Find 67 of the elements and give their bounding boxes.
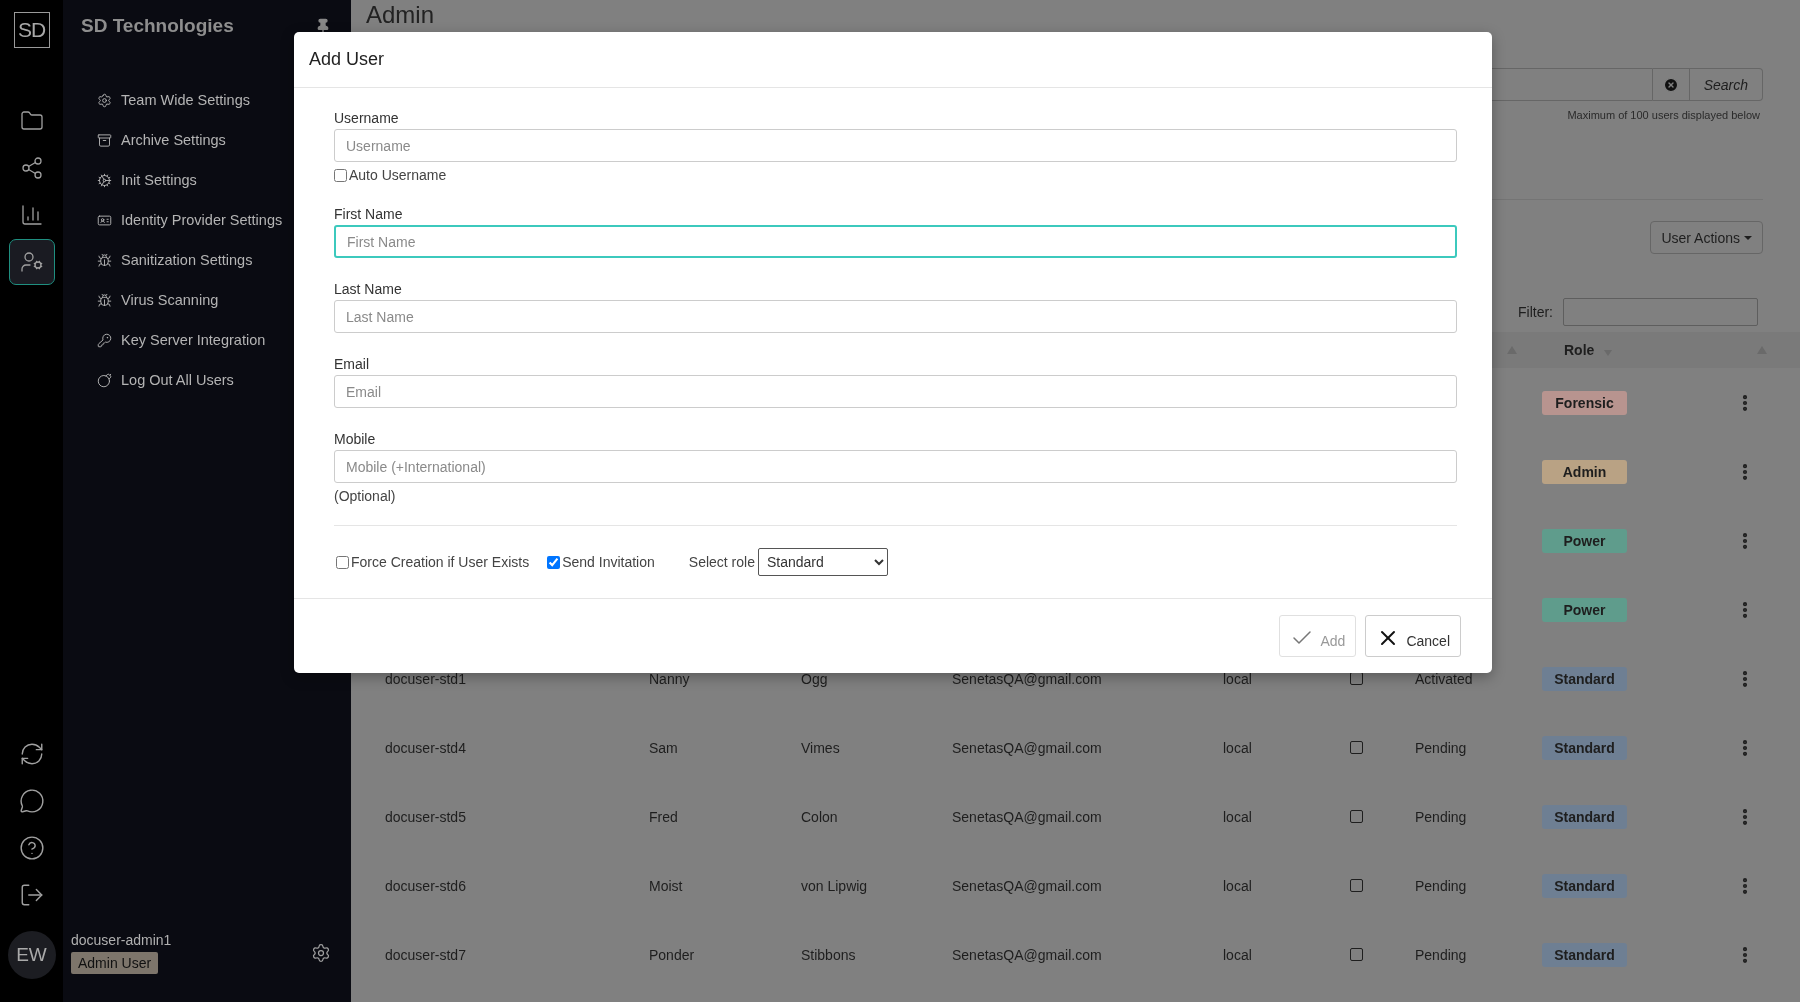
role-badge: Standard — [1542, 942, 1627, 967]
role-badge: Standard — [1542, 804, 1627, 829]
status-cell-text: Activated — [1415, 670, 1474, 687]
page-heading: Admin — [366, 0, 436, 30]
table-cell-text: SenetasQA@gmail.com — [952, 808, 1103, 825]
status-cell-text: Pending — [1415, 808, 1468, 825]
role-badge: Forensic — [1542, 390, 1627, 415]
field-label: Username — [334, 110, 400, 126]
input-field[interactable]: Last Name — [334, 300, 1457, 333]
table-cell-text: local — [1223, 877, 1253, 894]
select-label: Select role — [688, 554, 755, 570]
table-cell-text: docuser-std5 — [385, 808, 467, 825]
table-cell-text: Vimes — [801, 739, 841, 756]
table-cell-text: SenetasQA@gmail.com — [952, 739, 1103, 756]
user-actions-button[interactable]: User Actions — [1650, 221, 1763, 254]
input-field[interactable]: Username — [334, 129, 1457, 162]
table-cell-text: docuser-std7 — [385, 946, 467, 963]
table-cell-text: Stibbons — [801, 946, 857, 963]
table-cell-text: SenetasQA@gmail.com — [952, 946, 1103, 963]
column-header[interactable]: Role — [1564, 342, 1595, 358]
field-label: Email — [334, 356, 370, 372]
field-label: First Name — [334, 206, 404, 222]
table-cell-text: Moist — [649, 877, 684, 894]
table-cell-text: local — [1223, 739, 1253, 756]
table-cell-text: docuser-std6 — [385, 877, 467, 894]
status-cell-text: Pending — [1415, 877, 1468, 894]
logo: SD — [13, 12, 50, 48]
role-badge: Standard — [1542, 666, 1627, 691]
checkbox-label: Auto Username — [349, 167, 447, 183]
table-cell-text: Colon — [801, 808, 839, 825]
table-cell-text: local — [1223, 946, 1253, 963]
input-field[interactable]: Mobile (+International) — [334, 450, 1457, 483]
table-cell-text: docuser-std1 — [385, 670, 467, 687]
table-cell-text: local — [1223, 670, 1253, 687]
role-badge: Standard — [1542, 873, 1627, 898]
table-cell-text: von Lipwig — [801, 877, 869, 894]
table-cell-text: SenetasQA@gmail.com — [952, 877, 1103, 894]
status-cell-text: Pending — [1415, 946, 1468, 963]
checkbox-label: Force Creation if User Exists — [351, 554, 530, 570]
input-field[interactable]: First Name — [334, 225, 1457, 258]
role-badge: Power — [1542, 528, 1627, 553]
table-cell-text: Sam — [649, 739, 679, 756]
table-cell-text: local — [1223, 808, 1253, 825]
field-label: Mobile — [334, 431, 377, 447]
field-hint: (Optional) — [334, 488, 397, 504]
table-cell-text: SenetasQA@gmail.com — [952, 670, 1103, 687]
filter-label: Filter: — [1518, 304, 1553, 320]
input-field[interactable]: Email — [334, 375, 1457, 408]
role-select[interactable]: Standard — [757, 548, 888, 576]
field-label: Last Name — [334, 281, 403, 297]
user-name: docuser-admin1 — [71, 932, 172, 948]
brand-title: SD Technologies — [81, 15, 234, 37]
role-badge: Standard — [1542, 735, 1627, 760]
cancel-button[interactable]: Cancel — [1365, 615, 1461, 657]
search-button[interactable]: Search — [1689, 68, 1763, 101]
role-tag: Admin User — [71, 952, 159, 974]
table-cell-text: Ogg — [801, 670, 829, 687]
table-cell-text: Fred — [649, 808, 679, 825]
table-cell-text: docuser-std4 — [385, 739, 467, 756]
checkbox-label: Send Invitation — [562, 554, 655, 570]
table-cell-text: Ponder — [649, 946, 696, 963]
role-badge: Power — [1542, 597, 1627, 622]
role-badge: Admin — [1542, 459, 1627, 484]
status-cell-text: Pending — [1415, 739, 1468, 756]
table-cell-text: Nanny — [649, 670, 691, 687]
avatar[interactable]: EW — [7, 931, 56, 979]
dialog-title: Add User — [309, 49, 385, 70]
